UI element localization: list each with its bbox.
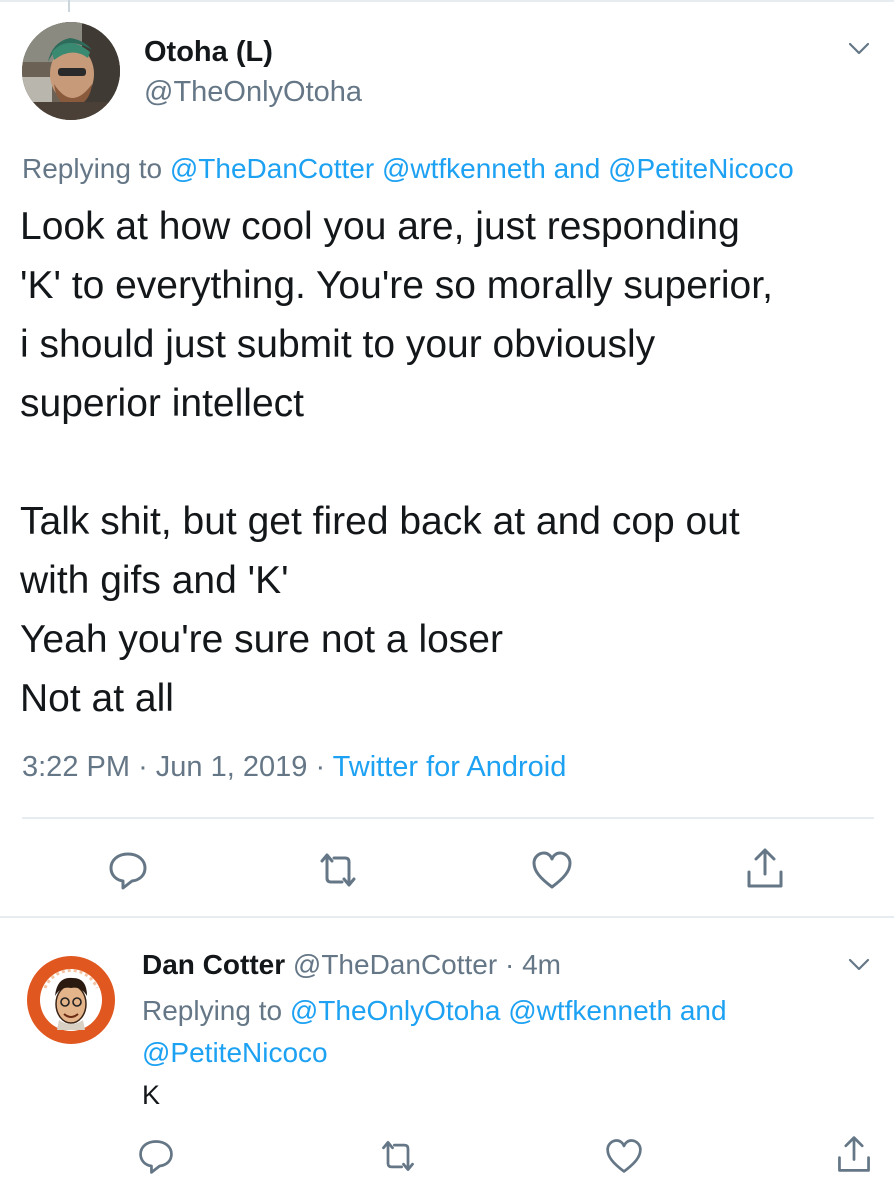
meta-separator: · (504, 949, 515, 980)
replying-and[interactable]: and (680, 995, 727, 1026)
mention-link[interactable]: @TheOnlyOtoha (290, 995, 501, 1026)
tweet-date: Jun 1, 2019 (155, 751, 308, 783)
author-name[interactable]: Dan Cotter (142, 949, 285, 980)
chevron-down-icon[interactable] (848, 958, 870, 972)
heart-icon[interactable] (530, 848, 574, 892)
author-handle[interactable]: @TheOnlyOtoha (144, 76, 362, 109)
avatar-logo (20, 949, 122, 1051)
divider (0, 916, 894, 918)
meta-separator: · (138, 751, 148, 783)
avatar-photo (22, 22, 120, 120)
share-icon[interactable] (834, 1134, 874, 1174)
tweet-source[interactable]: Twitter for Android (333, 751, 567, 783)
retweet-icon[interactable] (316, 848, 360, 892)
replying-to-label: Replying to (142, 995, 283, 1026)
meta-separator: · (315, 751, 326, 783)
mention-link[interactable]: @PetiteNicoco (142, 1037, 328, 1068)
replying-to: Replying to @TheOnlyOtoha @wtfkenneth an… (142, 990, 832, 1074)
tweet-text: K (142, 1080, 161, 1110)
tweet-paragraph: Talk shit, but get fired back at and cop… (20, 500, 740, 720)
tweet-paragraph: Look at how cool you are, just respondin… (20, 205, 773, 425)
mention-link[interactable]: @wtfkenneth (508, 995, 672, 1026)
top-divider (0, 0, 894, 12)
mention-link[interactable]: @TheDanCotter (170, 153, 374, 184)
chevron-down-icon[interactable] (848, 42, 870, 56)
avatar[interactable] (19, 948, 123, 1052)
share-icon[interactable] (743, 846, 787, 890)
reply-icon[interactable] (136, 1136, 176, 1176)
reply-icon[interactable] (106, 848, 150, 892)
heart-icon[interactable] (604, 1136, 644, 1176)
tweet-meta: 3:22 PM · Jun 1, 2019 · Twitter for Andr… (22, 751, 566, 784)
retweet-icon[interactable] (378, 1136, 418, 1176)
tweet-text: Look at how cool you are, just respondin… (20, 197, 880, 728)
mention-link[interactable]: @PetiteNicoco (608, 153, 794, 184)
author-handle[interactable]: @TheDanCotter (293, 949, 497, 980)
mention-link[interactable]: @wtfkenneth (382, 153, 546, 184)
avatar[interactable] (22, 22, 120, 120)
reply-header: Dan Cotter @TheDanCotter · 4m (142, 949, 561, 981)
replying-and[interactable]: and (554, 153, 601, 184)
replying-to: Replying to @TheDanCotter @wtfkenneth an… (22, 153, 794, 185)
replying-to-label: Replying to (22, 153, 163, 184)
author-name[interactable]: Otoha (L) (144, 36, 273, 69)
tweet-age[interactable]: 4m (522, 949, 561, 980)
divider (22, 817, 874, 819)
thread-line (68, 0, 70, 12)
tweet-time: 3:22 PM (22, 751, 130, 783)
